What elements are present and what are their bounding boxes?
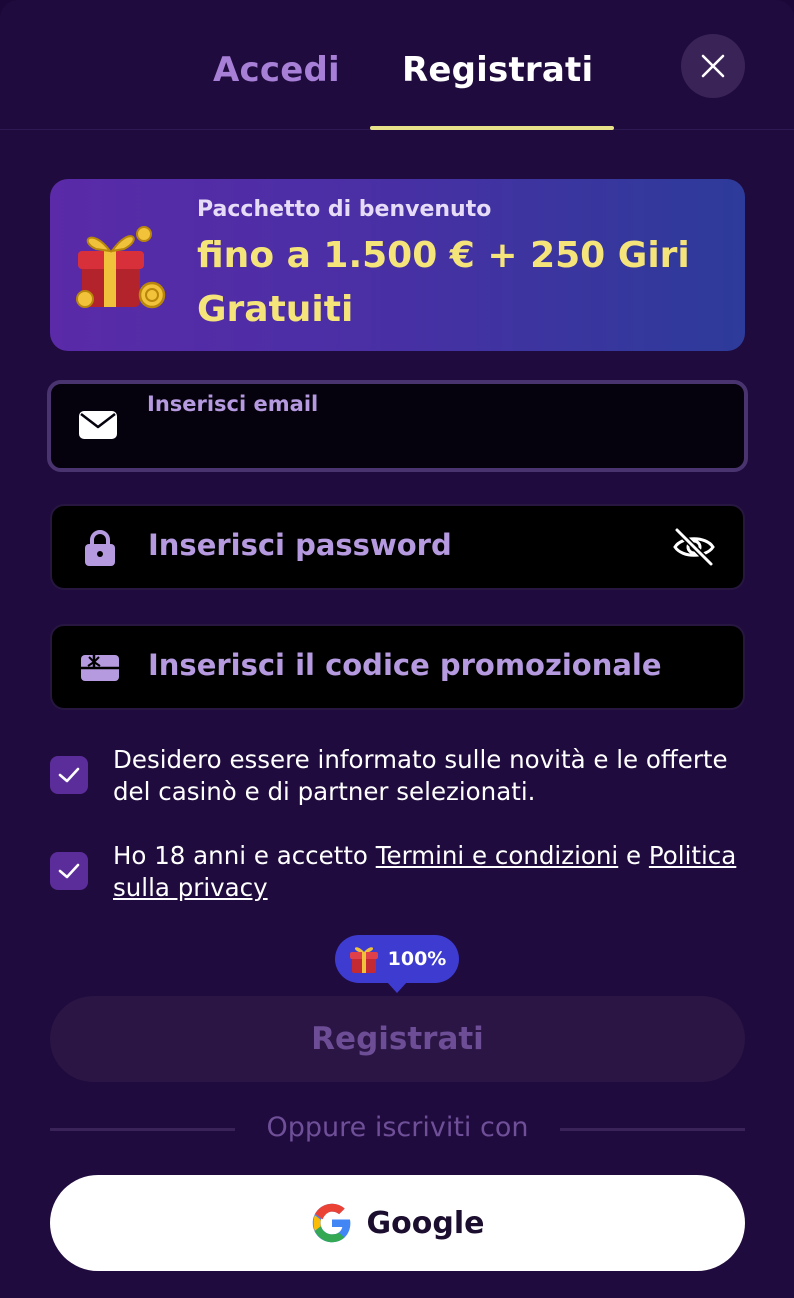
- toggle-password-visibility[interactable]: [671, 524, 717, 570]
- mail-icon: [78, 407, 118, 443]
- terms-label: Ho 18 anni e accetto Termini e condizion…: [113, 840, 743, 904]
- tab-login[interactable]: Accedi: [213, 50, 340, 90]
- terms-consent: Ho 18 anni e accetto Termini e condizion…: [50, 840, 745, 906]
- google-logo-icon: [312, 1203, 350, 1243]
- social-divider: Oppure iscriviti con: [50, 1110, 745, 1150]
- terms-checkbox[interactable]: [50, 852, 88, 890]
- promo-code-field[interactable]: Inserisci il codice promozionale: [50, 624, 745, 710]
- auth-tabs: Accedi Registrati: [0, 0, 794, 130]
- divider-line-right: [560, 1128, 745, 1131]
- google-signup-button[interactable]: Google: [50, 1175, 745, 1271]
- terms-link[interactable]: Termini e condizioni: [376, 841, 619, 870]
- newsletter-consent: Desidero essere informato sulle novità e…: [50, 744, 745, 810]
- check-icon: [58, 767, 80, 783]
- ticket-icon: [80, 650, 120, 686]
- active-tab-indicator: [370, 126, 614, 130]
- bonus-progress-badge: 100%: [335, 935, 459, 993]
- terms-prefix: Ho 18 anni e accetto: [113, 841, 376, 870]
- email-field[interactable]: Inserisci email: [47, 380, 748, 472]
- check-icon: [58, 863, 80, 879]
- password-field[interactable]: Inserisci password: [50, 504, 745, 590]
- gift-icon: [76, 226, 166, 309]
- terms-mid: e: [618, 841, 649, 870]
- google-label: Google: [366, 1205, 485, 1241]
- promo-subtitle: Pacchetto di benvenuto: [197, 197, 492, 222]
- promo-title: fino a 1.500 € + 250 Giri Gratuiti: [197, 235, 690, 330]
- password-placeholder: Inserisci password: [148, 528, 452, 562]
- close-button[interactable]: [681, 34, 745, 98]
- email-label: Inserisci email: [147, 392, 319, 416]
- bonus-percent: 100%: [387, 948, 447, 970]
- registration-modal: Accedi Registrati Pacchetto di benvenuto…: [0, 0, 794, 1298]
- welcome-bonus-banner: Pacchetto di benvenuto fino a 1.500 € + …: [50, 179, 745, 351]
- tab-register[interactable]: Registrati: [402, 50, 593, 90]
- lock-icon: [80, 530, 120, 566]
- promo-code-placeholder: Inserisci il codice promozionale: [148, 648, 662, 682]
- gift-icon: [349, 947, 378, 973]
- newsletter-checkbox[interactable]: [50, 756, 88, 794]
- register-submit-button[interactable]: Registrati: [50, 996, 745, 1082]
- eye-off-icon: [673, 527, 715, 567]
- close-icon: [701, 54, 725, 78]
- newsletter-label: Desidero essere informato sulle novità e…: [113, 745, 728, 806]
